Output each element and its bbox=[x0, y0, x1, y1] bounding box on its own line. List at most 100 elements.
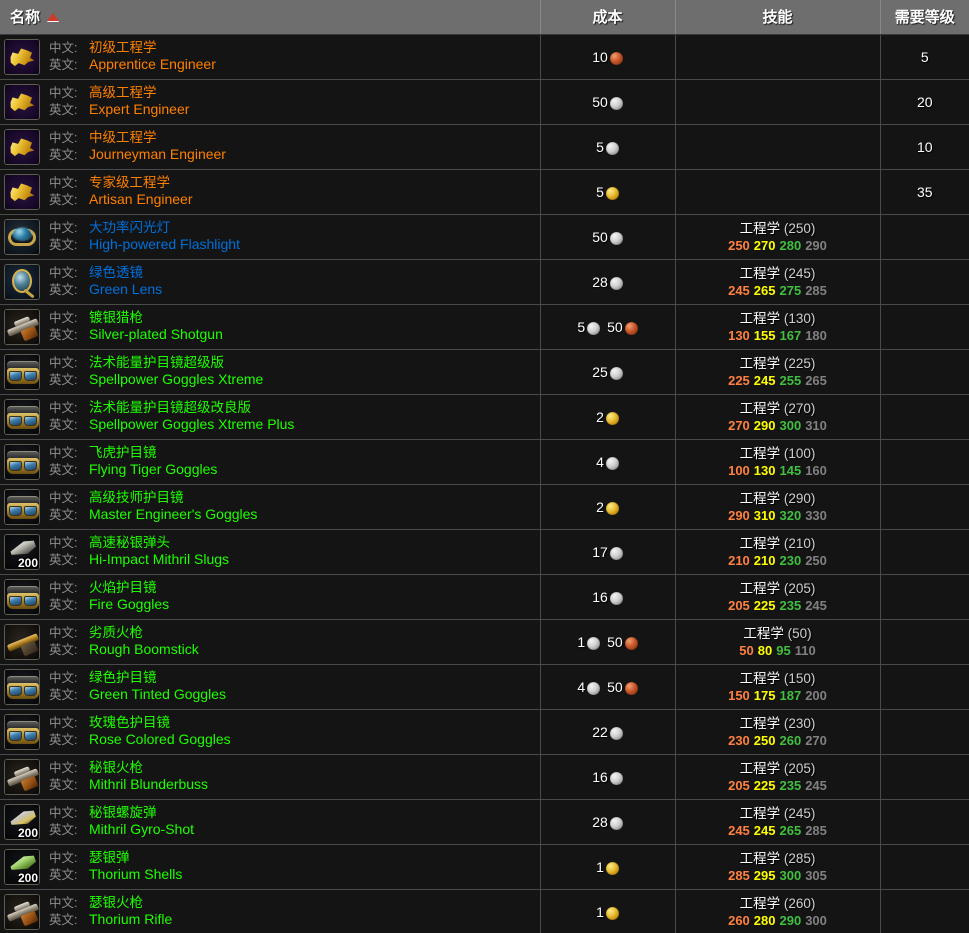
cell-required-level: 5 bbox=[880, 34, 969, 80]
item-name-cn[interactable]: 火焰护目镜 bbox=[89, 580, 157, 596]
table-row[interactable]: 中文: 绿色护目镜 英文: Green Tinted Goggles 4 50 工程学 (1… bbox=[0, 664, 969, 710]
shotgun-icon[interactable] bbox=[4, 893, 40, 930]
goggles-icon[interactable] bbox=[4, 443, 40, 480]
skill-requirement-value: (245) bbox=[783, 265, 816, 281]
table-row[interactable]: 中文: 飞虎护目镜 英文: Flying Tiger Goggles 4 工程学 (100… bbox=[0, 439, 969, 485]
skill-rank-thresholds: 205 225 235 245 bbox=[676, 777, 880, 794]
item-name-en[interactable]: Fire Goggles bbox=[89, 596, 169, 612]
item-name-cn[interactable]: 大功率闪光灯 bbox=[89, 220, 170, 236]
item-name-cn[interactable]: 高级工程学 bbox=[89, 85, 157, 101]
column-header-name[interactable]: 名称 bbox=[0, 0, 541, 35]
column-header-cost[interactable]: 成本 bbox=[540, 0, 676, 35]
item-name-cn[interactable]: 镀银猎枪 bbox=[89, 310, 143, 326]
bullet-icon[interactable]: 200 bbox=[4, 533, 40, 570]
item-name-cn[interactable]: 专家级工程学 bbox=[89, 175, 170, 191]
item-name-cn[interactable]: 瑟银弹 bbox=[89, 850, 130, 866]
item-name-en[interactable]: Spellpower Goggles Xtreme Plus bbox=[89, 416, 294, 432]
shotgun-icon[interactable] bbox=[4, 758, 40, 795]
gear-icon[interactable] bbox=[4, 128, 40, 165]
column-header-skill[interactable]: 技能 bbox=[675, 0, 881, 35]
table-row[interactable]: 中文: 瑟银火枪 英文: Thorium Rifle 1 工程学 (260) 260 280 2… bbox=[0, 889, 969, 933]
item-name-cn[interactable]: 中级工程学 bbox=[89, 130, 157, 146]
item-name-en[interactable]: Master Engineer's Goggles bbox=[89, 506, 257, 522]
item-name-cn[interactable]: 法术能量护目镜超级版 bbox=[89, 355, 224, 371]
item-name-cn[interactable]: 高级技师护目镜 bbox=[89, 490, 184, 506]
table-row[interactable]: 中文: 火焰护目镜 英文: Fire Goggles 16 工程学 (205) 205 225… bbox=[0, 574, 969, 620]
label-chinese: 中文: bbox=[49, 446, 78, 460]
table-row[interactable]: 200 中文: 高速秘银弹头 英文: Hi-Impact Mithril Slugs 17… bbox=[0, 529, 969, 575]
table-row[interactable]: 中文: 专家级工程学 英文: Artisan Engineer 5 35 bbox=[0, 169, 969, 215]
money-gold: 1 bbox=[596, 859, 619, 875]
table-row[interactable]: 中文: 劣质火枪 英文: Rough Boomstick 1 50 工程学 (50) 50 80… bbox=[0, 619, 969, 665]
thorium-bullet-icon[interactable]: 200 bbox=[4, 848, 40, 885]
skill-rank-orange: 205 bbox=[728, 777, 750, 793]
item-name-cn[interactable]: 绿色透镜 bbox=[89, 265, 143, 281]
stack-count: 200 bbox=[17, 870, 38, 885]
label-chinese: 中文: bbox=[49, 176, 78, 190]
item-name-cn[interactable]: 法术能量护目镜超级改良版 bbox=[89, 400, 251, 416]
item-name-en[interactable]: Spellpower Goggles Xtreme bbox=[89, 371, 263, 387]
item-name-en[interactable]: Silver-plated Shotgun bbox=[89, 326, 223, 342]
table-row[interactable]: 中文: 镀银猎枪 英文: Silver-plated Shotgun 5 50 工程学 (1… bbox=[0, 304, 969, 350]
gyro-bullet-icon[interactable]: 200 bbox=[4, 803, 40, 840]
skill-requirement-value: (285) bbox=[783, 850, 816, 866]
table-row[interactable]: 中文: 初级工程学 英文: Apprentice Engineer 10 5 bbox=[0, 34, 969, 80]
item-name-en[interactable]: Green Tinted Goggles bbox=[89, 686, 226, 702]
table-row[interactable]: 200 中文: 秘银螺旋弹 英文: Mithril Gyro-Shot 28 工程学 (24… bbox=[0, 799, 969, 845]
table-row[interactable]: 中文: 绿色透镜 英文: Green Lens 28 工程学 (245) 245 265 275… bbox=[0, 259, 969, 305]
item-name-cn[interactable]: 秘银螺旋弹 bbox=[89, 805, 157, 821]
item-name-en[interactable]: Rose Colored Goggles bbox=[89, 731, 231, 747]
table-row[interactable]: 中文: 高级技师护目镜 英文: Master Engineer's Goggles 2 工… bbox=[0, 484, 969, 530]
item-name-en[interactable]: Hi-Impact Mithril Slugs bbox=[89, 551, 229, 567]
column-header-level[interactable]: 需要等级 bbox=[880, 0, 969, 35]
item-name-cn[interactable]: 瑟银火枪 bbox=[89, 895, 143, 911]
item-name-en[interactable]: Rough Boomstick bbox=[89, 641, 199, 657]
item-name-en[interactable]: Thorium Shells bbox=[89, 866, 182, 882]
skill-requirement: 工程学 (290) bbox=[739, 490, 816, 506]
item-name-en[interactable]: Flying Tiger Goggles bbox=[89, 461, 217, 477]
cell-skill: 工程学 (290) 290 310 320 330 bbox=[675, 484, 881, 530]
item-name-cn[interactable]: 劣质火枪 bbox=[89, 625, 143, 641]
table-row[interactable]: 中文: 中级工程学 英文: Journeyman Engineer 5 10 bbox=[0, 124, 969, 170]
cell-skill bbox=[675, 124, 881, 170]
item-name-cn[interactable]: 飞虎护目镜 bbox=[89, 445, 157, 461]
item-name-en[interactable]: Thorium Rifle bbox=[89, 911, 172, 927]
goggles-icon[interactable] bbox=[4, 578, 40, 615]
stack-count: 200 bbox=[17, 825, 38, 840]
cell-skill bbox=[675, 34, 881, 80]
rough-gun-icon[interactable] bbox=[4, 623, 40, 660]
item-name-cn[interactable]: 玫瑰色护目镜 bbox=[89, 715, 170, 731]
table-row[interactable]: 200 中文: 瑟银弹 英文: Thorium Shells 1 工程学 (285) 285 2… bbox=[0, 844, 969, 890]
item-name-cn[interactable]: 初级工程学 bbox=[89, 40, 157, 56]
item-name-en[interactable]: Artisan Engineer bbox=[89, 191, 193, 207]
item-name-en[interactable]: Apprentice Engineer bbox=[89, 56, 216, 72]
table-row[interactable]: 中文: 法术能量护目镜超级版 英文: Spellpower Goggles Xtrem… bbox=[0, 349, 969, 395]
goggles-icon[interactable] bbox=[4, 713, 40, 750]
item-name-en[interactable]: Journeyman Engineer bbox=[89, 146, 226, 162]
table-row[interactable]: 中文: 高级工程学 英文: Expert Engineer 50 20 bbox=[0, 79, 969, 125]
item-name-en[interactable]: High-powered Flashlight bbox=[89, 236, 240, 252]
gear-icon[interactable] bbox=[4, 83, 40, 120]
lens-icon[interactable] bbox=[4, 263, 40, 300]
shotgun-icon[interactable] bbox=[4, 308, 40, 345]
item-name-en[interactable]: Mithril Gyro-Shot bbox=[89, 821, 194, 837]
item-name-en[interactable]: Expert Engineer bbox=[89, 101, 189, 117]
table-row[interactable]: 中文: 法术能量护目镜超级改良版 英文: Spellpower Goggles Xtr… bbox=[0, 394, 969, 440]
goggles-icon[interactable] bbox=[4, 398, 40, 435]
table-row[interactable]: 中文: 秘银火枪 英文: Mithril Blunderbuss 16 工程学 (205)… bbox=[0, 754, 969, 800]
item-name-cn[interactable]: 绿色护目镜 bbox=[89, 670, 157, 686]
item-name-en[interactable]: Mithril Blunderbuss bbox=[89, 776, 208, 792]
cell-name: 中文: 秘银火枪 英文: Mithril Blunderbuss bbox=[0, 754, 541, 800]
gear-icon[interactable] bbox=[4, 173, 40, 210]
gear-icon[interactable] bbox=[4, 38, 40, 75]
goggles-icon[interactable] bbox=[4, 353, 40, 390]
item-name-cn[interactable]: 秘银火枪 bbox=[89, 760, 143, 776]
flashlight-icon[interactable] bbox=[4, 218, 40, 255]
skill-rank-thresholds: 130 155 167 180 bbox=[676, 327, 880, 344]
table-row[interactable]: 中文: 玫瑰色护目镜 英文: Rose Colored Goggles 22 工程学 (2… bbox=[0, 709, 969, 755]
table-row[interactable]: 中文: 大功率闪光灯 英文: High-powered Flashlight 50 工程学… bbox=[0, 214, 969, 260]
goggles-icon[interactable] bbox=[4, 488, 40, 525]
item-name-en[interactable]: Green Lens bbox=[89, 281, 162, 297]
item-name-cn[interactable]: 高速秘银弹头 bbox=[89, 535, 170, 551]
goggles-icon[interactable] bbox=[4, 668, 40, 705]
